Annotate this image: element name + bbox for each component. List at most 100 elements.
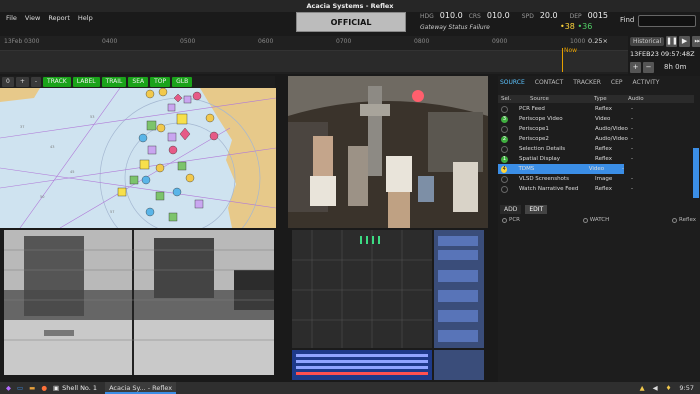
- browser-launcher-icon[interactable]: ●: [41, 384, 47, 392]
- volume-icon[interactable]: ◀: [653, 384, 658, 392]
- tick-0900: 0900: [492, 38, 508, 45]
- svg-text:53: 53: [90, 115, 94, 119]
- layer-glb-button[interactable]: GLB: [172, 77, 193, 87]
- radio-reflex[interactable]: Reflex: [672, 217, 696, 223]
- menu-file[interactable]: File: [6, 12, 17, 24]
- svg-text:50: 50: [40, 195, 44, 199]
- layer-top-button[interactable]: TOP: [150, 77, 171, 87]
- layer-track-button[interactable]: TRACK: [43, 77, 71, 87]
- radio-watch[interactable]: WATCH: [582, 217, 609, 223]
- row-audio: -: [631, 126, 633, 132]
- col-type[interactable]: Type: [588, 95, 624, 103]
- playback-controls: Historical ❚❚ ▶ ⏭: [630, 36, 700, 47]
- edit-button[interactable]: EDIT: [525, 205, 548, 214]
- select-toggle[interactable]: 4: [501, 165, 508, 173]
- svg-text:43: 43: [50, 145, 54, 149]
- zoom-select[interactable]: 0.25×: [588, 37, 608, 45]
- tab-contact[interactable]: CONTACT: [535, 79, 563, 86]
- row-type: Reflex: [595, 146, 612, 152]
- nautical-chart: 37 43 53 50 57 45: [0, 88, 276, 228]
- periscope-video[interactable]: [288, 76, 488, 228]
- menu-view[interactable]: View: [25, 12, 40, 24]
- duration-controls: + −: [630, 62, 654, 73]
- find-input[interactable]: [638, 15, 696, 27]
- radio-circle-icon: [582, 217, 588, 223]
- clock[interactable]: 9:57: [679, 384, 694, 392]
- row-type: Video: [595, 116, 611, 122]
- table-row[interactable]: Watch Narrative Feed Reflex -: [498, 184, 694, 194]
- select-toggle[interactable]: [501, 175, 508, 183]
- table-row[interactable]: Periscope1 Audio/Video -: [498, 124, 694, 134]
- table-row[interactable]: PCR Feed Reflex -: [498, 104, 694, 114]
- menu-help[interactable]: Help: [78, 12, 93, 24]
- crs-value: 010.0: [486, 11, 510, 20]
- layer-trail-button[interactable]: TRAIL: [101, 77, 127, 87]
- select-toggle[interactable]: [501, 125, 508, 133]
- table-row[interactable]: 1 Spatial Display Reflex -: [498, 154, 694, 164]
- tab-cep[interactable]: CEP: [611, 79, 623, 86]
- tab-tracker[interactable]: TRACKER: [573, 79, 601, 86]
- radio-circle-icon: [502, 217, 507, 223]
- col-audio[interactable]: Audio: [624, 95, 654, 103]
- select-toggle[interactable]: 2: [501, 135, 508, 143]
- periscope2-video[interactable]: [4, 230, 274, 375]
- system-tray: ▲ ◀ ♦ 9:57: [640, 384, 694, 392]
- radio-pcr-label: PCR: [509, 217, 520, 223]
- source-scrollbar[interactable]: [693, 148, 699, 198]
- map-zoom-in-button[interactable]: +: [15, 77, 29, 87]
- row-source: Spatial Display: [519, 156, 560, 162]
- row-type: Audio/Video: [595, 136, 628, 142]
- select-toggle[interactable]: [501, 145, 508, 153]
- menu-report[interactable]: Report: [48, 12, 70, 24]
- select-toggle[interactable]: 1: [501, 155, 508, 163]
- radio-pcr[interactable]: PCR: [502, 217, 520, 223]
- map-toolbar: 0 + - TRACK LABEL TRAIL SEA TOP GLB: [0, 76, 275, 88]
- table-row-selected[interactable]: 4 TDMS Video -: [498, 164, 624, 174]
- map-zoom-out-button[interactable]: -: [30, 77, 42, 87]
- col-source[interactable]: Source: [520, 95, 588, 103]
- layer-sea-button[interactable]: SEA: [128, 77, 149, 87]
- terminal-icon: ▣: [52, 384, 60, 392]
- tab-activity[interactable]: ACTIVITY: [633, 79, 660, 86]
- row-audio: -: [631, 156, 633, 162]
- row-audio: -: [631, 116, 633, 122]
- files-launcher-icon[interactable]: ▬: [29, 384, 35, 392]
- menu-bar: File View Report Help: [0, 12, 290, 24]
- taskbar-reflex-window[interactable]: Acacia Sy... - Reflex: [105, 382, 177, 394]
- taskbar-shell-label: Shell No. 1: [62, 384, 98, 392]
- terminal-launcher-icon[interactable]: ▭: [17, 384, 23, 392]
- taskbar-shell[interactable]: ▣ Shell No. 1: [53, 384, 97, 392]
- select-toggle[interactable]: 3: [501, 115, 508, 123]
- row-audio: -: [631, 136, 633, 142]
- bell-icon[interactable]: ♦: [666, 384, 672, 392]
- svg-text:37: 37: [20, 125, 24, 129]
- decrease-duration-button[interactable]: −: [643, 62, 654, 73]
- app-menu-icon[interactable]: ◆: [6, 384, 11, 392]
- col-sel[interactable]: Sel.: [498, 95, 520, 103]
- grayscale-feed: [4, 230, 274, 375]
- tdms-video[interactable]: [292, 230, 484, 380]
- tab-source[interactable]: SOURCE: [500, 79, 525, 86]
- spatial-display-map[interactable]: 37 43 53 50 57 45: [0, 88, 276, 228]
- now-marker: [562, 48, 563, 72]
- pause-button[interactable]: ❚❚: [666, 36, 678, 47]
- table-row[interactable]: 2 Periscope2 Audio/Video -: [498, 134, 694, 144]
- increase-duration-button[interactable]: +: [630, 62, 641, 73]
- select-toggle[interactable]: [501, 185, 508, 193]
- select-toggle[interactable]: [501, 105, 508, 113]
- timeline-track[interactable]: [0, 50, 628, 72]
- alert-counters: •38 •36: [560, 22, 593, 31]
- notifications-icon[interactable]: ▲: [640, 384, 645, 392]
- table-row[interactable]: VLSD Screenshots Image -: [498, 174, 694, 184]
- skip-end-button[interactable]: ⏭: [692, 36, 700, 47]
- historical-toggle[interactable]: Historical: [630, 37, 665, 46]
- play-button[interactable]: ▶: [679, 36, 691, 47]
- table-row[interactable]: 3 Periscope Video Video -: [498, 114, 694, 124]
- classification-banner: OFFICIAL: [296, 12, 406, 32]
- layer-label-button[interactable]: LABEL: [72, 77, 100, 87]
- map-zero-button[interactable]: 0: [2, 77, 14, 87]
- add-button[interactable]: ADD: [500, 205, 522, 214]
- find-label: Find: [620, 16, 635, 24]
- green-count: 36: [582, 22, 593, 31]
- table-row[interactable]: Selection Details Reflex -: [498, 144, 694, 154]
